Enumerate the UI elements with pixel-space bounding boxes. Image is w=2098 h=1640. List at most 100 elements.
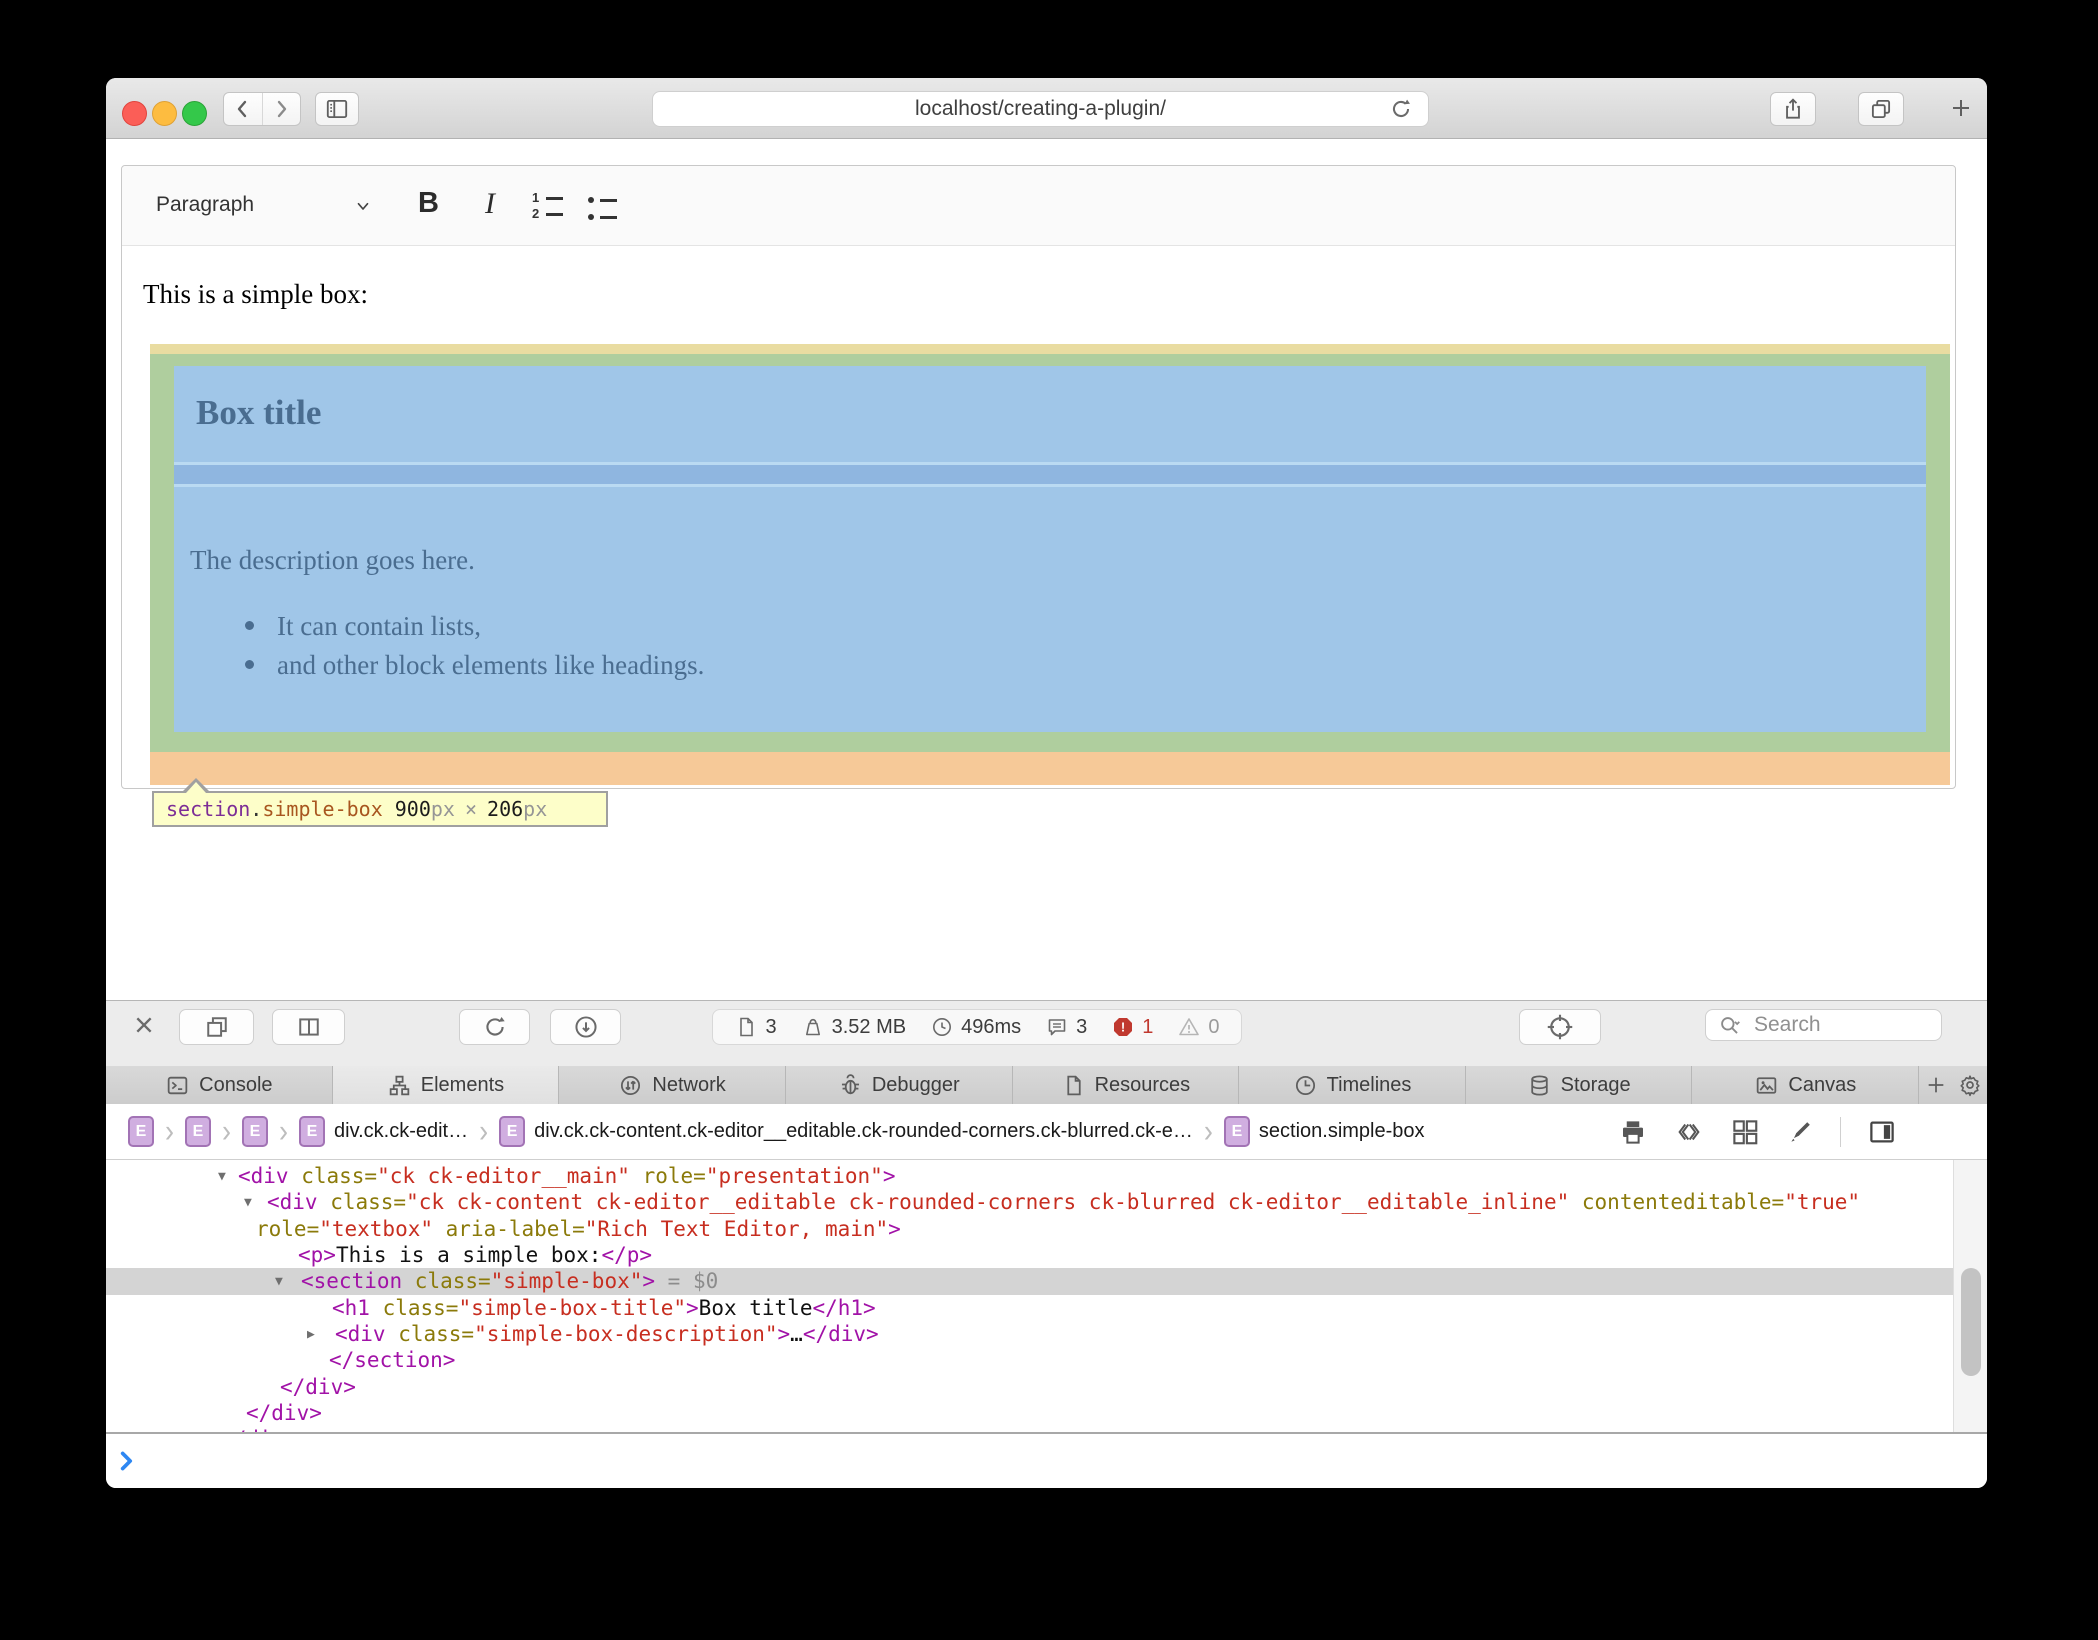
error-count-badge[interactable]: ! 1	[1111, 1015, 1153, 1039]
inspect-element-button[interactable]	[1519, 1009, 1601, 1045]
back-button[interactable]	[224, 93, 262, 125]
warning-count-badge[interactable]: 0	[1177, 1015, 1219, 1039]
transfer-size-badge[interactable]: 3.52 MB	[801, 1015, 906, 1039]
dom-row[interactable]: ▼<div class="ck ck-content ck-editor__ed…	[106, 1189, 1987, 1216]
network-icon	[618, 1073, 643, 1098]
box-description-text[interactable]: The description goes here.	[190, 545, 475, 576]
minimize-traffic-light[interactable]	[152, 101, 177, 126]
tooltip-arrow	[186, 782, 206, 793]
tab-console[interactable]: Console	[106, 1066, 333, 1104]
disclosure-open-icon[interactable]: ▼	[218, 1163, 226, 1190]
devtools-search	[1705, 1009, 1942, 1041]
breadcrumb-item[interactable]: E	[242, 1116, 268, 1147]
tab-storage[interactable]: Storage	[1466, 1066, 1693, 1104]
layout-grid-button[interactable]	[1730, 1117, 1760, 1147]
devtools-reload-button[interactable]	[459, 1009, 530, 1045]
split-pane-icon	[295, 1013, 323, 1041]
disclosure-open-icon[interactable]: ▼	[244, 1189, 252, 1216]
detach-window-icon	[203, 1013, 231, 1041]
tab-network[interactable]: Network	[559, 1066, 786, 1104]
dom-row[interactable]: role="textbox" aria-label="Rich Text Edi…	[106, 1216, 1987, 1243]
console-icon	[165, 1073, 190, 1098]
detach-devtools-button[interactable]	[179, 1009, 254, 1045]
address-bar[interactable]: localhost/creating-a-plugin/	[652, 91, 1429, 127]
devtools-tab-bar: ConsoleElementsNetworkDebuggerResourcesT…	[106, 1066, 1987, 1105]
elements-icon	[387, 1073, 412, 1098]
tooltip-class: simple-box	[262, 797, 382, 821]
devtools-settings-button[interactable]	[1953, 1066, 1987, 1104]
toolbar-divider	[1840, 1117, 1841, 1147]
dom-row[interactable]: ▶<div class="simple-box-description">…</…	[106, 1321, 1987, 1348]
inspector-margin-highlight	[150, 752, 1950, 785]
dom-row[interactable]: <h1 class="simple-box-title">Box title</…	[106, 1295, 1987, 1322]
element-styles-button[interactable]	[1786, 1118, 1814, 1146]
bold-button[interactable]: B	[418, 187, 439, 220]
dom-row[interactable]: ▼<div class="ck ck-editor__main" role="p…	[106, 1163, 1987, 1190]
box-title-text[interactable]: Box title	[196, 393, 321, 433]
download-page-button[interactable]	[550, 1009, 621, 1045]
print-styles-button[interactable]	[1618, 1117, 1648, 1147]
share-button[interactable]	[1770, 92, 1816, 126]
console-prompt-row[interactable]	[106, 1434, 1987, 1488]
resource-count-badge[interactable]: 3	[734, 1015, 776, 1039]
breadcrumb-item[interactable]: Ediv.ck.ck-edit…	[299, 1116, 468, 1147]
numbered-list-button[interactable]: 1 2	[532, 193, 563, 219]
tab-timelines[interactable]: Timelines	[1239, 1066, 1466, 1104]
screenshot-stage: localhost/creating-a-plugin/ Paragraph B…	[0, 0, 2098, 1640]
load-time-badge[interactable]: 496ms	[930, 1015, 1021, 1039]
console-messages-badge[interactable]: 3	[1045, 1015, 1087, 1039]
tab-debugger[interactable]: Debugger	[786, 1066, 1013, 1104]
breadcrumb-item[interactable]: Esection.simple-box	[1224, 1116, 1425, 1147]
breadcrumb-item[interactable]: E	[185, 1116, 211, 1147]
tab-overview-button[interactable]	[1858, 92, 1904, 126]
inspector-content-highlight-description	[174, 487, 1926, 732]
close-devtools-button[interactable]	[128, 1009, 160, 1041]
maximize-traffic-light[interactable]	[182, 101, 207, 126]
add-tab-button[interactable]	[1919, 1066, 1953, 1104]
chevron-down-icon[interactable]	[354, 197, 372, 215]
dom-row[interactable]: </div>	[106, 1400, 1987, 1427]
list-item[interactable]: and other block elements like headings.	[277, 650, 704, 681]
sidebar-toggle-button[interactable]	[315, 92, 359, 126]
svg-text:!: !	[1121, 1020, 1125, 1035]
weight-icon	[801, 1015, 825, 1039]
scrollbar-thumb[interactable]	[1961, 1268, 1981, 1376]
close-traffic-light[interactable]	[122, 101, 147, 126]
reload-button[interactable]	[1388, 96, 1414, 122]
plus-icon	[1925, 1074, 1947, 1096]
tab-elements[interactable]: Elements	[333, 1066, 560, 1104]
italic-button[interactable]: I	[485, 187, 495, 221]
tab-canvas[interactable]: Canvas	[1692, 1066, 1919, 1104]
dom-row[interactable]: </section>	[106, 1347, 1987, 1374]
document-icon	[734, 1015, 758, 1039]
dom-row[interactable]: <p>This is a simple box:</p>	[106, 1242, 1987, 1269]
tab-resources[interactable]: Resources	[1013, 1066, 1240, 1104]
search-scope-icon[interactable]	[1717, 1013, 1743, 1039]
share-icon	[1780, 96, 1806, 122]
show-source-button[interactable]	[1674, 1117, 1704, 1147]
editor-paragraph[interactable]: This is a simple box:	[143, 279, 368, 310]
breadcrumb-item[interactable]: E	[128, 1116, 154, 1147]
breadcrumb-separator: ›	[279, 1113, 288, 1150]
bulleted-list-button[interactable]	[588, 195, 617, 222]
disclosure-open-icon[interactable]: ▼	[275, 1268, 283, 1295]
element-badge: E	[299, 1116, 325, 1147]
dom-row-selected[interactable]: ▼<section class="simple-box"> = $0	[106, 1268, 1987, 1295]
details-sidebar-button[interactable]	[1867, 1117, 1897, 1147]
canvas-icon	[1754, 1073, 1779, 1098]
close-icon	[128, 1009, 160, 1041]
element-badge: E	[499, 1116, 525, 1147]
dock-side-button[interactable]	[272, 1009, 345, 1045]
paintbrush-icon	[1786, 1118, 1814, 1146]
dom-row[interactable]: </div>	[106, 1374, 1987, 1401]
reload-icon	[1388, 96, 1414, 122]
storage-icon	[1527, 1073, 1552, 1098]
paragraph-dropdown[interactable]: Paragraph	[156, 193, 254, 217]
resources-icon	[1061, 1073, 1086, 1098]
forward-button[interactable]	[262, 93, 301, 125]
breadcrumb-item[interactable]: Ediv.ck.ck-content.ck-editor__editable.c…	[499, 1116, 1193, 1147]
new-tab-button[interactable]	[1944, 92, 1978, 124]
disclosure-closed-icon[interactable]: ▶	[307, 1321, 315, 1348]
tooltip-height: 206	[487, 797, 523, 821]
list-item[interactable]: It can contain lists,	[277, 611, 481, 642]
